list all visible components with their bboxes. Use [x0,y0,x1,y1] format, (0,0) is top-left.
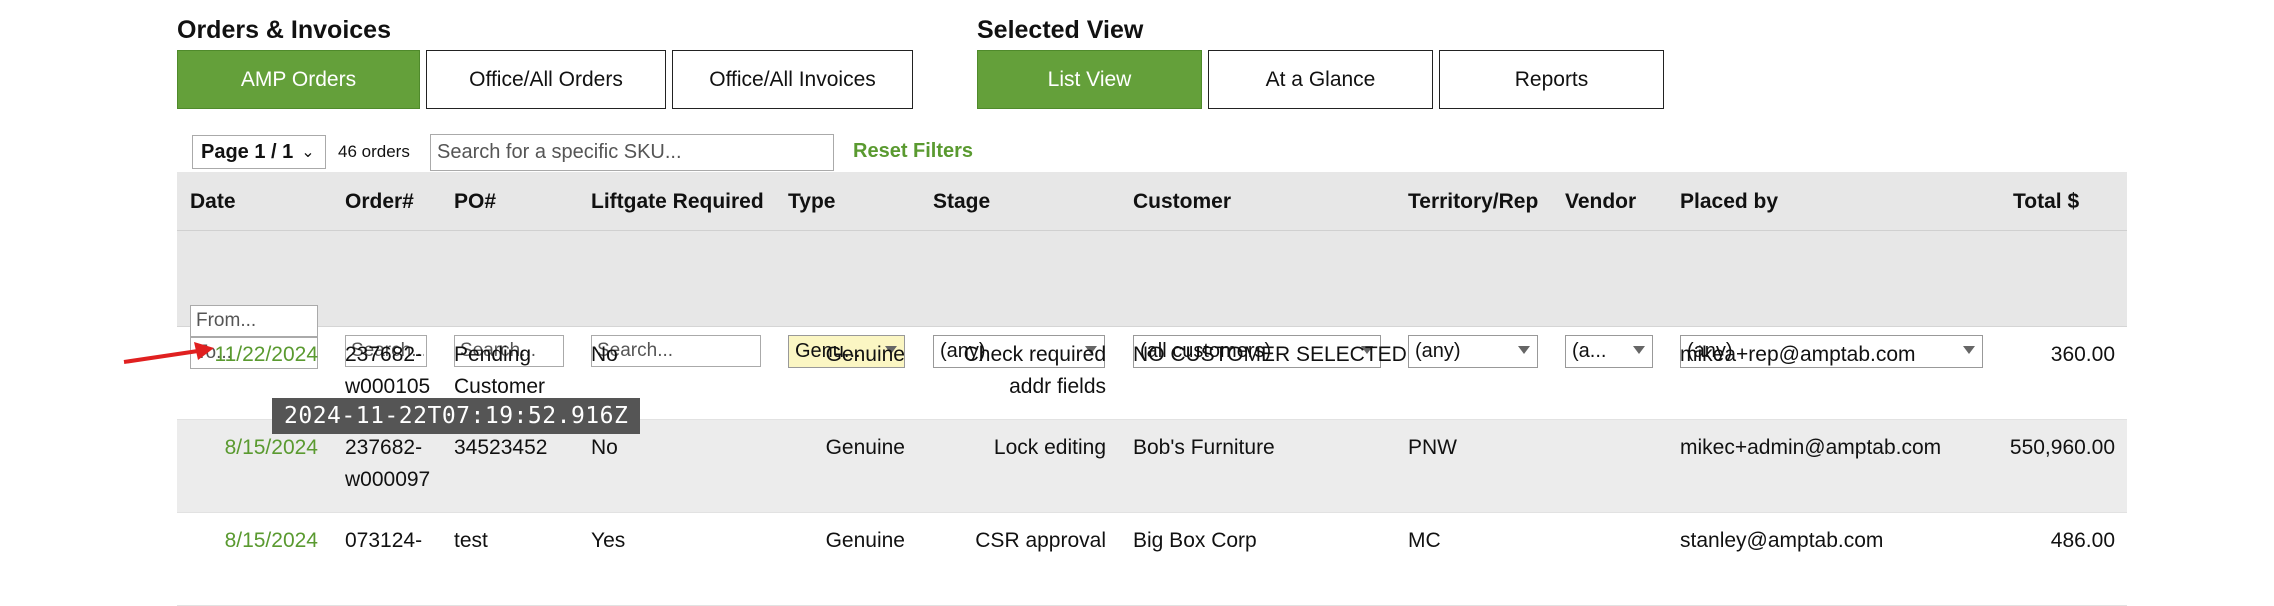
po-line: Pending [454,343,532,366]
row-territory: MC [1408,529,1441,552]
col-type[interactable]: Type [788,190,835,214]
annotation-arrow-icon [123,342,214,364]
selected-view-heading: Selected View [977,16,1144,44]
date-tooltip: 2024-11-22T07:19:52.916Z [272,398,641,434]
stage-line: addr fields [1009,375,1106,398]
col-vendor[interactable]: Vendor [1565,190,1636,214]
tab-office-all-orders[interactable]: Office/All Orders [426,50,666,109]
page-selector-label: Page 1 / 1 [201,140,294,163]
row-type: Genuine [825,436,905,459]
row-type: Genuine [825,343,905,366]
order-number-line: 237682- [345,343,423,366]
stage-line: Check required [963,343,1106,366]
row-type: Genuine [825,529,905,552]
row-date-link[interactable]: 8/15/2024 [177,525,318,557]
row-placed-by: mikea+rep@amptab.com [1680,343,1916,366]
row-total: 550,960.00 [2009,436,2115,459]
chevron-down-icon: ⌄ [301,144,315,161]
row-customer: Bob's Furniture [1133,436,1275,459]
order-number-line: w000097 [345,468,431,491]
row-total: 360.00 [2050,343,2115,366]
order-count: 46 orders [338,142,410,161]
row-stage: Check required addr fields [933,339,1106,403]
col-territory[interactable]: Territory/Rep [1408,190,1538,214]
row-customer: NO CUSTOMER SELECTED [1133,343,1407,366]
row-liftgate: Yes [591,529,626,552]
row-po: Pending Customer [454,339,545,403]
col-order[interactable]: Order# [345,190,414,214]
row-order-number: 237682- w000105 [345,339,430,403]
row-order-number: 237682- w000097 [345,432,430,496]
row-customer: Big Box Corp [1133,529,1257,552]
reset-filters-link[interactable]: Reset Filters [853,140,973,163]
tab-amp-orders[interactable]: AMP Orders [177,50,420,109]
tab-at-a-glance[interactable]: At a Glance [1208,50,1433,109]
table-header: Date Order# PO# Liftgate Required Type S… [177,172,2127,231]
row-total: 486.00 [2050,529,2115,552]
row-stage: Lock editing [993,436,1106,459]
row-placed-by: stanley@amptab.com [1680,529,1884,552]
sku-search-input[interactable] [430,134,834,171]
row-po: 34523452 [454,436,548,459]
row-territory: PNW [1408,436,1457,459]
page-selector[interactable]: Page 1 / 1 ⌄ [192,135,326,169]
row-date-link[interactable]: 8/15/2024 [177,432,318,464]
orders-tabs: AMP Orders Office/All Orders Office/All … [177,50,913,109]
col-po[interactable]: PO# [454,190,496,214]
col-liftgate[interactable]: Liftgate Required [591,190,764,214]
view-tabs: List View At a Glance Reports [977,50,1664,109]
row-stage: CSR approval [975,529,1106,552]
orders-invoices-heading: Orders & Invoices [177,16,391,44]
row-liftgate: No [591,436,618,459]
row-order-number: 073124- [345,529,423,552]
row-liftgate: No [591,343,618,366]
orders-table: Date Order# PO# Liftgate Required Type S… [177,172,2127,606]
col-stage[interactable]: Stage [933,190,990,214]
row-placed-by: mikec+admin@amptab.com [1680,436,1942,459]
tab-list-view[interactable]: List View [977,50,1202,109]
table-row[interactable]: 8/15/2024 073124- test Yes Genuine CSR a… [177,513,2127,606]
col-total[interactable]: Total $ [2013,190,2079,214]
tab-reports[interactable]: Reports [1439,50,1664,109]
order-number-line: 237682- [345,436,423,459]
tab-office-all-invoices[interactable]: Office/All Invoices [672,50,913,109]
col-placed-by[interactable]: Placed by [1680,190,1778,214]
col-customer[interactable]: Customer [1133,190,1231,214]
filter-row: Genu... (any) (all customers) (any) (a..… [177,231,2127,369]
col-date[interactable]: Date [190,190,236,214]
row-po: test [454,529,488,552]
